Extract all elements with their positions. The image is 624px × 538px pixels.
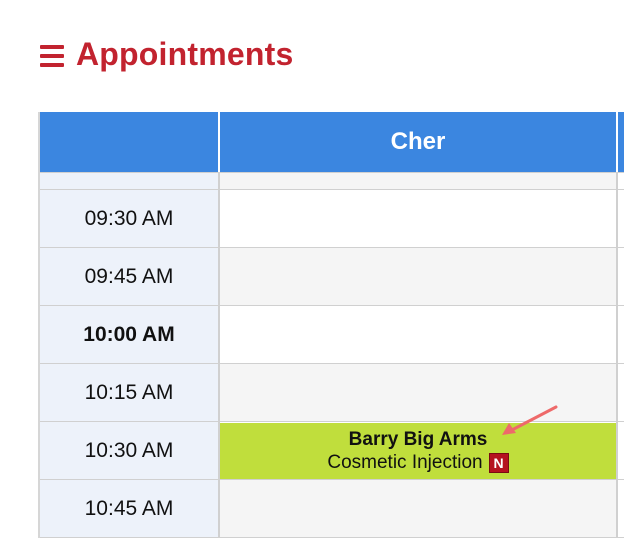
slot-cell[interactable] [220, 480, 618, 537]
calendar-header-row: Cher [40, 112, 624, 173]
time-cell [40, 173, 220, 189]
page-title: Appointments [76, 36, 294, 72]
slot-cell[interactable] [220, 306, 618, 363]
pointer-arrow-icon [502, 405, 558, 435]
time-row: 09:45 AM [40, 248, 624, 306]
appointments-calendar: Cher 09:30 AM 09:45 AM 10:00 AM 10:15 AM [38, 112, 624, 538]
time-row: 09:30 AM [40, 190, 624, 248]
staff-column-header[interactable]: Cher [220, 112, 618, 172]
time-label: 10:45 AM [40, 480, 220, 537]
appointments-header[interactable]: Appointments [40, 36, 294, 73]
time-label: 10:15 AM [40, 364, 220, 421]
schedule-grid: Cher 09:30 AM 09:45 AM 10:00 AM 10:15 AM [38, 112, 624, 538]
time-row: 10:00 AM [40, 306, 624, 364]
time-label: 10:30 AM [40, 422, 220, 479]
partial-row [40, 173, 624, 190]
appointments-page: Appointments Cher 09:30 AM 09:45 AM 10:0… [0, 0, 624, 538]
appointment-service: Cosmetic Injection [327, 452, 483, 473]
appointment-client-name: Barry Big Arms [348, 429, 488, 450]
time-label: 09:45 AM [40, 248, 220, 305]
slot-cell[interactable] [220, 248, 618, 305]
time-label: 09:30 AM [40, 190, 220, 247]
new-client-badge: N [488, 452, 509, 473]
time-row: 10:45 AM [40, 480, 624, 538]
appointment-service-line: Cosmetic Injection N [327, 451, 509, 474]
hamburger-menu-icon[interactable] [40, 44, 64, 67]
time-column-header [40, 112, 220, 172]
time-label: 10:00 AM [40, 306, 220, 363]
slot-cell[interactable] [220, 190, 618, 247]
slot-cell[interactable] [220, 173, 618, 189]
